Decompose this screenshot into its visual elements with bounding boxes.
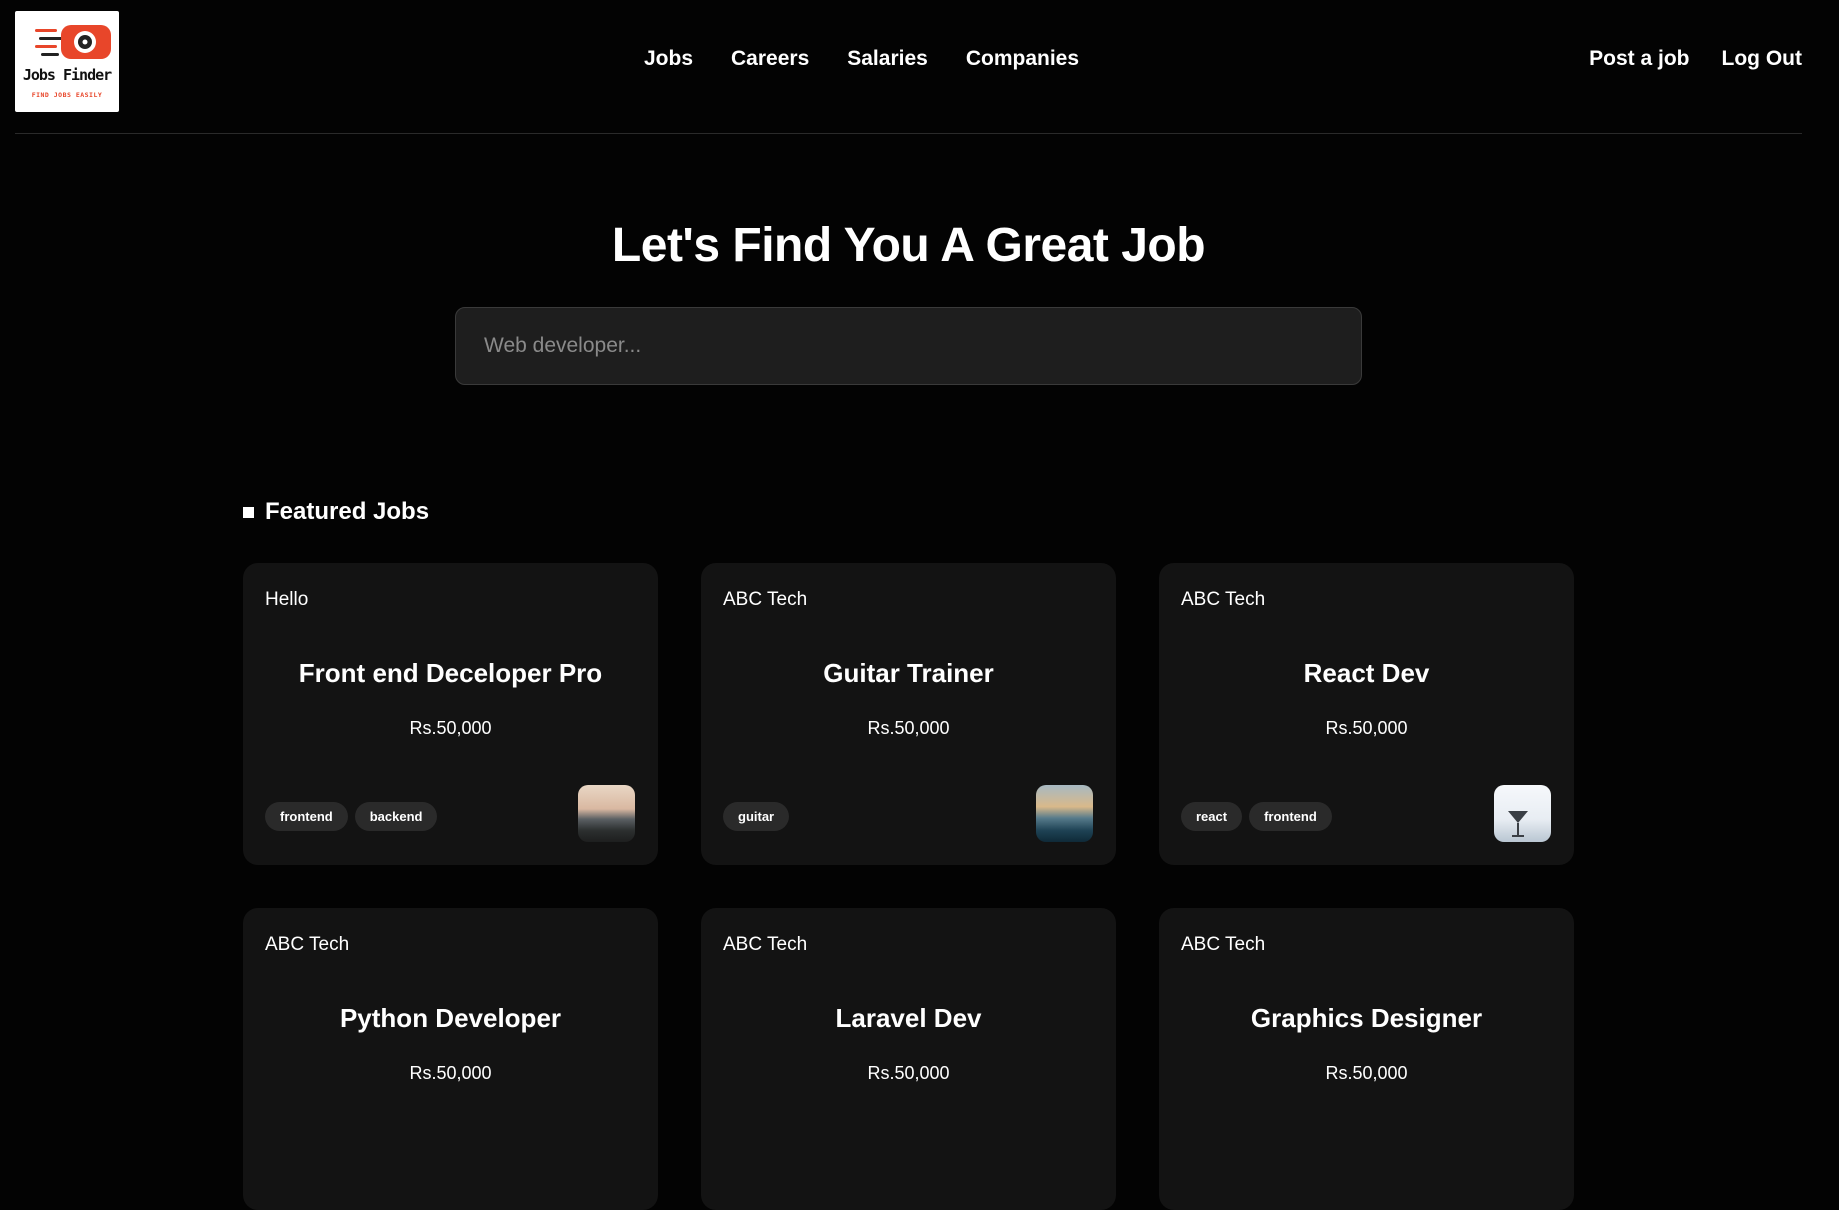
job-tags: react frontend: [1181, 802, 1332, 831]
drink-glass-icon: [1508, 811, 1528, 837]
nav-link-careers[interactable]: Careers: [731, 47, 809, 71]
job-title: Guitar Trainer: [823, 658, 994, 688]
nav-link-salaries[interactable]: Salaries: [847, 47, 928, 71]
job-company: ABC Tech: [1181, 934, 1266, 955]
job-title: Graphics Designer: [1250, 1003, 1483, 1033]
job-tag: frontend: [1249, 802, 1332, 831]
job-thumbnail: [1036, 785, 1093, 842]
square-bullet-icon: [243, 506, 254, 518]
job-cards-grid: Hello Front end Deceloper Pro Rs.50,000 …: [243, 563, 1575, 1210]
jobs-finder-logo[interactable]: Jobs Finder FIND JOBS EASILY: [15, 11, 119, 112]
job-card[interactable]: ABC Tech Laravel Dev Rs.50,000: [701, 908, 1116, 1210]
job-card[interactable]: ABC Tech Python Developer Rs.50,000: [243, 908, 658, 1210]
job-salary: Rs.50,000: [409, 718, 492, 738]
logout-link[interactable]: Log Out: [1722, 47, 1802, 71]
top-navbar: Jobs Finder FIND JOBS EASILY Jobs Career…: [15, 0, 1802, 134]
job-title: Laravel Dev: [835, 1003, 982, 1033]
brand-name: Jobs Finder: [22, 66, 112, 84]
featured-jobs-heading: Featured Jobs: [243, 498, 429, 526]
job-title: React Dev: [1303, 658, 1430, 688]
job-salary: Rs.50,000: [1325, 718, 1408, 738]
job-salary: Rs.50,000: [1325, 1063, 1408, 1083]
job-tag: frontend: [265, 802, 348, 831]
nav-link-companies[interactable]: Companies: [966, 47, 1079, 71]
job-card[interactable]: ABC Tech Guitar Trainer Rs.50,000 guitar: [701, 563, 1116, 865]
account-actions: Post a job Log Out: [1589, 47, 1802, 71]
job-tag: react: [1181, 802, 1243, 831]
speeding-logo-icon: [35, 25, 111, 59]
hero-title: Let's Find You A Great Job: [611, 219, 1206, 272]
job-search-input[interactable]: [455, 307, 1362, 385]
job-card[interactable]: Hello Front end Deceloper Pro Rs.50,000 …: [243, 563, 658, 865]
job-title: Python Developer: [339, 1003, 562, 1033]
job-salary: Rs.50,000: [409, 1063, 492, 1083]
job-company: ABC Tech: [723, 934, 808, 955]
job-salary: Rs.50,000: [867, 718, 950, 738]
brand-tagline: FIND JOBS EASILY: [31, 91, 103, 99]
job-tags: frontend backend: [265, 802, 438, 831]
featured-jobs-label: Featured Jobs: [265, 498, 430, 525]
job-salary: Rs.50,000: [867, 1063, 950, 1083]
job-card[interactable]: ABC Tech Graphics Designer Rs.50,000: [1159, 908, 1574, 1210]
job-thumbnail: [1494, 785, 1551, 842]
job-company: ABC Tech: [723, 589, 808, 610]
job-title: Front end Deceloper Pro: [298, 658, 603, 688]
job-company: ABC Tech: [265, 934, 350, 955]
nav-link-jobs[interactable]: Jobs: [644, 47, 693, 71]
job-tag: backend: [354, 802, 438, 831]
job-thumbnail: [578, 785, 635, 842]
job-company: ABC Tech: [1181, 589, 1266, 610]
job-company: Hello: [265, 589, 309, 610]
job-tags: guitar: [723, 802, 790, 831]
job-card[interactable]: ABC Tech React Dev Rs.50,000 react front…: [1159, 563, 1574, 865]
main-menu: Jobs Careers Salaries Companies: [644, 47, 1079, 71]
job-tag: guitar: [723, 802, 790, 831]
post-job-link[interactable]: Post a job: [1589, 47, 1689, 71]
